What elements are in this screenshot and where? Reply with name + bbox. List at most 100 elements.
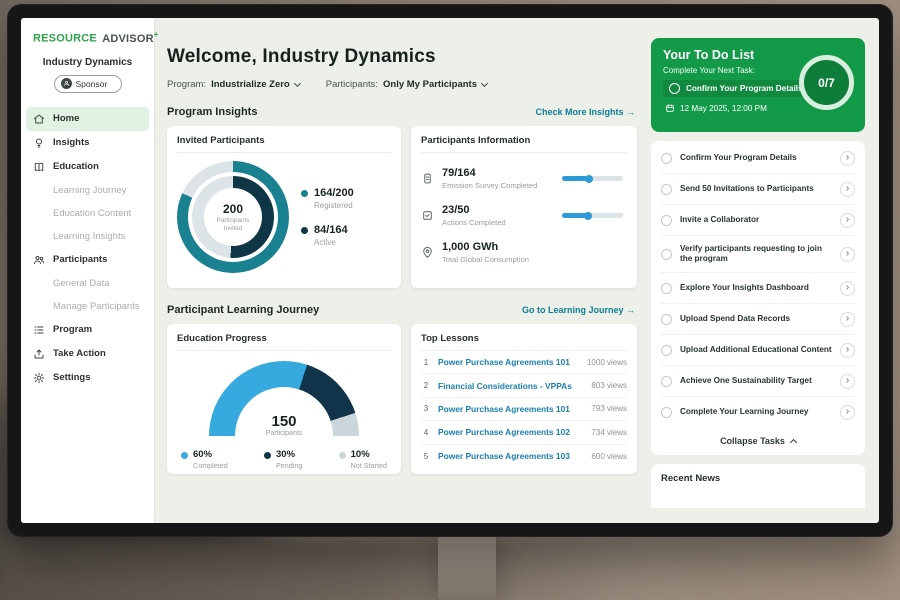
card-title: Education Progress [177, 333, 391, 351]
progress-bar [562, 213, 623, 218]
next-task-row[interactable]: Confirm Your Program Details [663, 80, 809, 97]
legend-item: 84/164 Active [301, 224, 354, 247]
monitor-frame: RESOURCE ADVISOR+ Industry Dynamics Spon… [7, 4, 893, 537]
sidebar-item-program[interactable]: Program [21, 318, 154, 342]
sidebar-item-home[interactable]: Home [26, 107, 149, 131]
task-row[interactable]: Explore Your Insights Dashboard › [661, 273, 855, 304]
sidebar-item-participants[interactable]: Participants [21, 248, 154, 272]
chevron-right-icon[interactable]: › [840, 405, 855, 420]
nav-label: Learning Insights [53, 231, 125, 242]
nav-label: Settings [53, 372, 90, 383]
nav-label: Manage Participants [53, 301, 140, 312]
recent-news-card[interactable]: Recent News [651, 464, 865, 508]
chevron-right-icon[interactable]: › [840, 312, 855, 327]
chevron-right-icon[interactable]: › [840, 343, 855, 358]
go-to-learning-journey-link[interactable]: Go to Learning Journey → [522, 305, 635, 315]
chevron-up-icon [790, 439, 797, 446]
person-icon [61, 78, 72, 89]
task-checkbox[interactable] [661, 407, 672, 418]
insights-cards-row: Invited Participants 200 Participants In… [167, 126, 637, 288]
task-checkbox[interactable] [669, 83, 680, 94]
task-row[interactable]: Send 50 Invitations to Participants › [661, 174, 855, 205]
task-checkbox[interactable] [661, 314, 672, 325]
program-filter[interactable]: Program: Industrialize Zero [167, 79, 300, 90]
people-icon [33, 254, 45, 266]
brand-secondary: ADVISOR [102, 33, 154, 45]
collapse-tasks-link[interactable]: Collapse Tasks [661, 427, 855, 451]
sponsor-badge[interactable]: Sponsor [54, 75, 122, 93]
chevron-right-icon[interactable]: › [840, 247, 855, 262]
task-checkbox[interactable] [661, 153, 672, 164]
nav-label: Education Content [53, 208, 131, 219]
participants-filter-value: Only My Participants [383, 79, 477, 90]
nav-label: Take Action [53, 348, 106, 359]
chevron-right-icon[interactable]: › [840, 213, 855, 228]
lesson-row[interactable]: 2 Financial Considerations - VPPAs 803 v… [421, 374, 627, 397]
action-arrow-icon [33, 348, 45, 360]
chevron-right-icon[interactable]: › [840, 151, 855, 166]
lesson-row[interactable]: 1 Power Purchase Agreements 101 1000 vie… [421, 351, 627, 374]
check-more-insights-link[interactable]: Check More Insights → [535, 107, 635, 117]
card-title: Participants Information [421, 135, 627, 153]
legend-dot [264, 452, 271, 459]
sidebar-item-education-content[interactable]: Education Content [21, 202, 154, 225]
chevron-right-icon[interactable]: › [840, 374, 855, 389]
lesson-link[interactable]: Financial Considerations - VPPAs [438, 381, 584, 391]
card-title: Top Lessons [421, 333, 627, 351]
sidebar: RESOURCE ADVISOR+ Industry Dynamics Spon… [21, 18, 155, 523]
chevron-right-icon[interactable]: › [840, 182, 855, 197]
legend-item: 30% Pending [264, 449, 302, 470]
education-progress-card: Education Progress 150 Participants [167, 324, 401, 474]
gauge-center-label: Participants [209, 430, 359, 437]
sidebar-item-manage-participants[interactable]: Manage Participants [21, 295, 154, 318]
legend-item: 60% Completed [181, 449, 228, 470]
task-checkbox[interactable] [661, 283, 672, 294]
task-row[interactable]: Upload Additional Educational Content › [661, 335, 855, 366]
sidebar-item-learning-journey[interactable]: Learning Journey [21, 179, 154, 202]
monitor-stand [438, 536, 496, 600]
lesson-row[interactable]: 5 Power Purchase Agreements 103 600 view… [421, 445, 627, 468]
background-photo: RESOURCE ADVISOR+ Industry Dynamics Spon… [0, 0, 900, 600]
lesson-link[interactable]: Power Purchase Agreements 101 [438, 404, 584, 414]
program-filter-value: Industrialize Zero [211, 79, 290, 90]
task-checkbox[interactable] [661, 345, 672, 356]
task-checkbox[interactable] [661, 249, 672, 260]
filters-row: Program: Industrialize Zero Participants… [167, 79, 647, 90]
chevron-right-icon[interactable]: › [840, 281, 855, 296]
task-checkbox[interactable] [661, 376, 672, 387]
lesson-row[interactable]: 3 Power Purchase Agreements 101 793 view… [421, 398, 627, 421]
chevron-down-icon [481, 79, 488, 86]
donut-legend: 164/200 Registered 84/164 Active [301, 187, 354, 247]
nav-label: Home [53, 113, 79, 124]
donut-center-value: 200 [223, 202, 243, 216]
task-row[interactable]: Confirm Your Program Details › [661, 143, 855, 174]
task-row[interactable]: Invite a Collaborator › [661, 205, 855, 236]
sidebar-item-education[interactable]: Education [21, 155, 154, 179]
sidebar-item-learning-insights[interactable]: Learning Insights [21, 225, 154, 248]
lesson-link[interactable]: Power Purchase Agreements 102 [438, 427, 584, 437]
lesson-row[interactable]: 4 Power Purchase Agreements 102 734 view… [421, 421, 627, 444]
task-checkbox[interactable] [661, 215, 672, 226]
stat-row: 23/50 Actions Completed [421, 204, 627, 227]
sidebar-item-take-action[interactable]: Take Action [21, 342, 154, 366]
sidebar-item-general-data[interactable]: General Data [21, 272, 154, 295]
sidebar-nav: Home Insights Education Learning Journey [21, 107, 154, 390]
task-list-card: Confirm Your Program Details › Send 50 I… [651, 141, 865, 455]
participants-information-card: Participants Information 79/164 Emission… [411, 126, 637, 288]
lesson-link[interactable]: Power Purchase Agreements 103 [438, 451, 584, 461]
sidebar-item-settings[interactable]: Settings [21, 366, 154, 390]
location-pin-icon [421, 246, 434, 259]
task-row[interactable]: Verify participants requesting to join t… [661, 236, 855, 273]
top-lessons-card: Top Lessons 1 Power Purchase Agreements … [411, 324, 637, 474]
participants-filter[interactable]: Participants: Only My Participants [326, 79, 487, 90]
legend-dot [301, 227, 308, 234]
task-row[interactable]: Upload Spend Data Records › [661, 304, 855, 335]
lesson-link[interactable]: Power Purchase Agreements 101 [438, 357, 580, 367]
task-row[interactable]: Achieve One Sustainability Target › [661, 366, 855, 397]
sidebar-item-insights[interactable]: Insights [21, 131, 154, 155]
task-row[interactable]: Complete Your Learning Journey › [661, 397, 855, 427]
task-checkbox[interactable] [661, 184, 672, 195]
donut-center-label: Participants Invited [211, 217, 255, 233]
lightbulb-icon [33, 137, 45, 149]
nav-label: General Data [53, 278, 110, 289]
